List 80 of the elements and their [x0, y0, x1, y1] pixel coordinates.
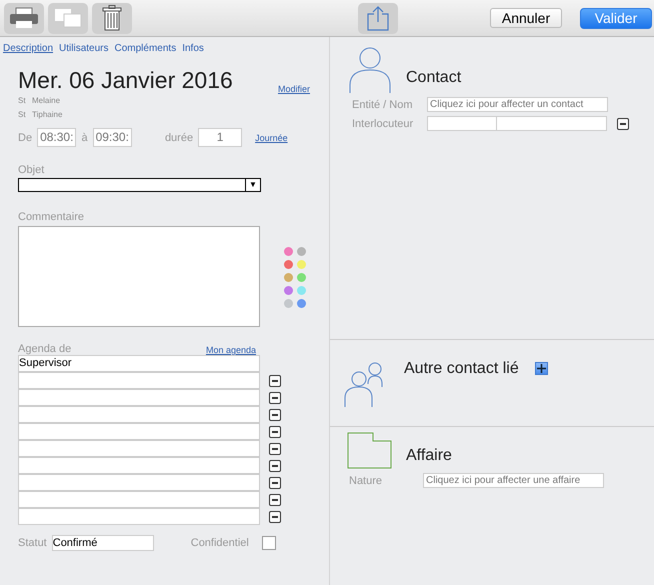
delete-button[interactable] [92, 2, 132, 34]
color-dot[interactable] [297, 286, 306, 295]
nature-label: Nature [349, 474, 384, 486]
color-dot[interactable] [284, 286, 293, 295]
folder-icon [347, 432, 392, 469]
color-dot[interactable] [297, 247, 306, 256]
remove-button[interactable] [269, 510, 281, 522]
duration-field[interactable]: 1 [198, 128, 242, 147]
color-dot[interactable] [284, 273, 293, 282]
remove-button[interactable] [617, 118, 629, 130]
print-button[interactable] [4, 2, 44, 34]
color-dot[interactable] [297, 260, 306, 269]
confidential-label: Confidentiel [190, 537, 249, 549]
interlocutor-field[interactable] [427, 116, 497, 131]
comment-field[interactable] [18, 226, 260, 327]
comment-label: Commentaire [18, 211, 86, 223]
to-label: à [81, 132, 88, 144]
end-time-field[interactable]: 09:30: [92, 128, 132, 147]
entity-field[interactable]: Cliquez ici pour affecter un contact [427, 97, 608, 112]
agenda-field[interactable] [18, 508, 260, 525]
agenda-field[interactable] [18, 372, 260, 389]
agenda-field[interactable] [18, 406, 260, 423]
agenda-label: Agenda de [18, 343, 72, 355]
agenda-field[interactable]: Supervisor [18, 355, 260, 372]
share-button[interactable] [358, 2, 398, 34]
saint-name: Tiphaine [32, 110, 62, 119]
confirm-button[interactable]: Valider [580, 8, 652, 28]
remove-button[interactable] [269, 426, 281, 438]
interlocutor-field[interactable] [497, 116, 607, 131]
other-contact-title: Autre contact lié [404, 360, 519, 378]
interlocutor-label: Interlocuteur [352, 118, 414, 130]
tab[interactable]: Infos [182, 43, 204, 54]
remove-button[interactable] [269, 476, 281, 488]
nature-field[interactable]: Cliquez ici pour affecter une affaire [423, 473, 604, 488]
agenda-field[interactable] [18, 474, 260, 491]
start-time-field[interactable]: 08:30: [37, 128, 76, 147]
confidential-checkbox[interactable] [262, 536, 276, 550]
contact-title: Contact [406, 69, 462, 87]
color-dot[interactable] [284, 247, 293, 256]
tab[interactable]: Description [3, 43, 54, 54]
color-dot[interactable] [284, 260, 293, 269]
object-dropdown[interactable]: ▼ [18, 178, 261, 192]
color-dot[interactable] [297, 299, 306, 308]
date-title: Mer. 06 Janvier 2016 [18, 67, 233, 94]
cancel-button[interactable]: Annuler [490, 8, 562, 28]
from-label: De [18, 132, 32, 144]
duplicate-icon [54, 8, 82, 28]
agenda-field[interactable] [18, 491, 260, 508]
person-icon [348, 47, 392, 93]
tab[interactable]: Compléments [114, 43, 176, 54]
saint-prefix: St [18, 109, 27, 121]
agenda-field[interactable] [18, 440, 260, 457]
saint-name: Melaine [32, 96, 60, 105]
remove-button[interactable] [269, 374, 281, 386]
affaire-title: Affaire [406, 447, 452, 465]
trash-icon [102, 5, 122, 31]
agenda-field[interactable] [18, 389, 260, 406]
plus-icon [536, 364, 546, 373]
my-agenda-link[interactable]: Mon agenda [206, 345, 256, 355]
agenda-field[interactable] [18, 457, 260, 474]
all-day-link[interactable]: Journée [255, 132, 288, 142]
add-button[interactable] [534, 362, 548, 375]
remove-button[interactable] [269, 460, 281, 472]
remove-button[interactable] [269, 392, 281, 404]
saint-prefix: St [18, 95, 27, 107]
printer-icon [9, 7, 39, 29]
remove-button[interactable] [269, 408, 281, 420]
modify-link[interactable]: Modifier [278, 84, 310, 94]
duration-label: durée [164, 132, 194, 144]
color-dot[interactable] [284, 299, 293, 308]
remove-button[interactable] [269, 442, 281, 454]
object-label: Objet [18, 164, 46, 176]
status-field[interactable]: Confirmé [52, 535, 154, 551]
tab[interactable]: Utilisateurs [59, 43, 108, 54]
share-icon [366, 5, 390, 31]
color-dot[interactable] [297, 273, 306, 282]
agenda-field[interactable] [18, 423, 260, 440]
status-label: Statut [18, 537, 47, 549]
entity-label: Entité / Nom [352, 98, 414, 110]
remove-button[interactable] [269, 494, 281, 506]
